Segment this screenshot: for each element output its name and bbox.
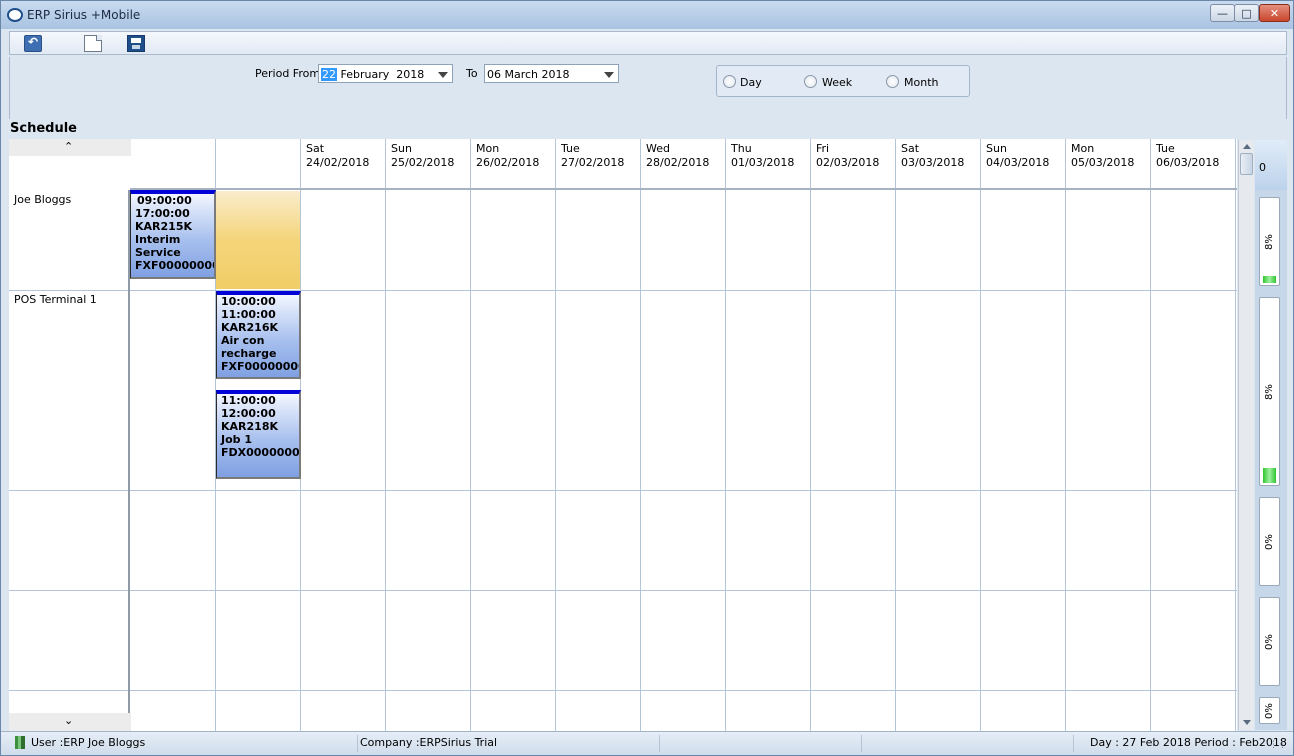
scroll-up-arrow-icon[interactable] <box>1243 144 1251 149</box>
window-title: ERP Sirius +Mobile <box>27 8 141 22</box>
resource-name[interactable]: Joe Bloggs <box>14 193 71 206</box>
save-button[interactable] <box>127 35 145 52</box>
radio-week-label[interactable]: Week <box>822 76 852 89</box>
utilization-bar: 8% <box>1259 197 1280 286</box>
day-header[interactable]: Sun 04/03/2018 <box>986 142 1049 170</box>
day-header[interactable]: Thu 01/03/2018 <box>731 142 794 170</box>
day-header[interactable]: Wed 28/02/2018 <box>646 142 709 170</box>
utilization-fill <box>1263 276 1276 283</box>
chevron-down-icon: ⌄ <box>64 714 74 727</box>
day-header[interactable]: Mon 05/03/2018 <box>1071 142 1134 170</box>
utilization-column: 0 8% 8% 0% 0% 0% <box>1255 140 1287 730</box>
new-document-button[interactable] <box>84 35 102 52</box>
scroll-resources-down-button[interactable]: ⌄ <box>9 713 131 731</box>
day-header[interactable]: Fri 02/03/2018 <box>816 142 879 170</box>
app-window: ERP Sirius +Mobile — □ ✕ ↶ Period From 2… <box>0 0 1294 756</box>
utilization-header: 0 <box>1255 140 1287 190</box>
schedule-title: Schedule <box>10 121 77 136</box>
period-to-datepicker[interactable]: 06 March 2018 <box>484 64 619 83</box>
radio-day-label[interactable]: Day <box>740 76 762 89</box>
day-header[interactable]: Tue 27/02/2018 <box>561 142 624 170</box>
chevron-down-icon[interactable] <box>604 72 614 78</box>
user-status-icon <box>15 736 25 749</box>
scroll-thumb[interactable] <box>1240 153 1253 175</box>
radio-day[interactable] <box>723 75 736 88</box>
period-to-label: To <box>466 67 478 80</box>
utilization-bar: 8% <box>1259 297 1280 486</box>
selected-cell[interactable] <box>216 191 300 289</box>
appointment-card[interactable]: 10:00:00 11:00:00 KAR216K Air con rechar… <box>216 291 301 379</box>
radio-month[interactable] <box>886 75 899 88</box>
minimize-button[interactable]: — <box>1210 4 1235 22</box>
scroll-down-arrow-icon[interactable] <box>1243 720 1251 725</box>
scroll-resources-up-button[interactable]: ⌃ <box>9 139 131 156</box>
day-header[interactable]: Mon 26/02/2018 <box>476 142 539 170</box>
resize-grip-icon[interactable]: ⋮⋮ <box>1269 740 1287 750</box>
toolbar: ↶ <box>9 31 1287 55</box>
period-from-datepicker[interactable]: 22 February 2018 <box>318 64 453 83</box>
radio-week[interactable] <box>804 75 817 88</box>
minimize-icon: — <box>1217 7 1228 20</box>
radio-month-label[interactable]: Month <box>904 76 938 89</box>
day-header[interactable]: Tue 06/03/2018 <box>1156 142 1219 170</box>
day-header[interactable]: Sat 24/02/2018 <box>306 142 369 170</box>
appointment-card[interactable]: 09:00:00 17:00:00 KAR215K Interim Servic… <box>130 190 216 279</box>
resource-name[interactable]: POS Terminal 1 <box>14 293 97 306</box>
close-button[interactable]: ✕ <box>1259 4 1290 22</box>
period-from-label: Period From <box>255 67 321 80</box>
status-day-period: Day : 27 Feb 2018 Period : Feb2018 <box>1090 736 1287 749</box>
period-from-day: 22 <box>321 68 337 81</box>
status-user: User :ERP Joe Bloggs <box>31 736 146 749</box>
undo-button[interactable]: ↶ <box>24 35 42 52</box>
vertical-scrollbar[interactable] <box>1238 140 1254 730</box>
maximize-icon: □ <box>1241 7 1252 20</box>
period-to-value: 06 March 2018 <box>487 68 570 81</box>
chevron-up-icon: ⌃ <box>64 140 74 153</box>
utilization-bar: 0% <box>1259 597 1280 686</box>
app-logo-icon <box>7 8 23 22</box>
title-bar: ERP Sirius +Mobile — □ ✕ <box>1 1 1293 29</box>
appointment-card[interactable]: 11:00:00 12:00:00 KAR218K Job 1 FDX00000… <box>216 390 301 479</box>
undo-icon: ↶ <box>28 35 39 49</box>
maximize-button[interactable]: □ <box>1234 4 1259 22</box>
chevron-down-icon[interactable] <box>438 72 448 78</box>
filter-bar: Period From 22 February 2018 To 06 March… <box>9 57 1287 119</box>
view-mode-group: Day Week Month <box>716 65 970 97</box>
utilization-bar: 0% <box>1259 697 1280 724</box>
status-company: Company :ERPSirius Trial <box>360 736 498 749</box>
day-header[interactable]: Sun 25/02/2018 <box>391 142 454 170</box>
period-from-month-year: February 2018 <box>337 68 425 81</box>
close-icon: ✕ <box>1269 7 1280 20</box>
schedule-grid: ⌃ Sat 24/02/2018 Sun 25/02/2018 Mon 26/02/2… <box>9 139 1237 731</box>
utilization-bar: 0% <box>1259 497 1280 586</box>
utilization-fill <box>1263 468 1276 483</box>
status-bar: User :ERP Joe Bloggs Company :ERPSirius … <box>1 731 1293 755</box>
day-header[interactable]: Sat 03/03/2018 <box>901 142 964 170</box>
